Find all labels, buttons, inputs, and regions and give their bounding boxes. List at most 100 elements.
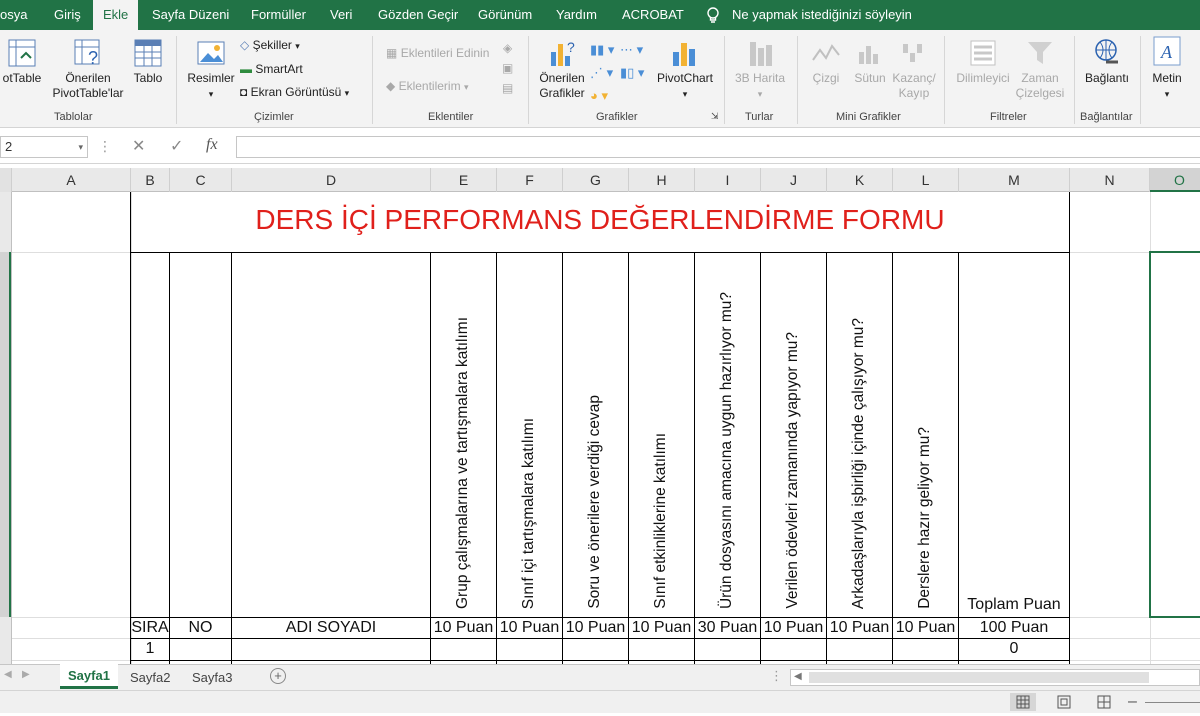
column-header-j[interactable]: J: [761, 168, 827, 192]
column-header-a[interactable]: A: [12, 168, 131, 192]
timeline-button[interactable]: Zaman Çizelgesi: [1014, 38, 1066, 101]
sheet-tab-sayfa1[interactable]: Sayfa1: [60, 664, 118, 689]
tab-home[interactable]: Giriş: [54, 0, 81, 30]
pivotchart-button[interactable]: PivotChart ▾: [654, 38, 716, 102]
my-addins-button[interactable]: ◆ Eklentilerim ▾: [386, 79, 468, 95]
cancel-icon[interactable]: ✕: [132, 136, 145, 156]
bing-maps-icon[interactable]: ◈: [503, 41, 512, 55]
tab-split-grip-icon[interactable]: ⋮: [770, 668, 783, 684]
sparkline-line-button[interactable]: Çizgi: [808, 38, 844, 86]
link-button[interactable]: Bağlantı: [1080, 38, 1134, 86]
visio-icon[interactable]: ▤: [502, 81, 513, 95]
criterion-cell-8[interactable]: Derslere hazır geliyor mu?: [893, 253, 958, 617]
line-chart-icon[interactable]: ⋯ ▾: [620, 42, 643, 57]
pie-chart-icon[interactable]: ◕ ▾: [590, 88, 608, 103]
textbox-icon: A: [1153, 36, 1181, 66]
svg-text:?: ?: [88, 48, 98, 68]
column-header-n[interactable]: N: [1070, 168, 1150, 192]
column-header-k[interactable]: K: [827, 168, 893, 192]
pivotchart-icon: [673, 43, 695, 66]
sparkline-column-button[interactable]: Sütun: [850, 38, 890, 86]
row-header-selected[interactable]: [0, 252, 11, 617]
scatter-chart-icon[interactable]: ⋰ ▾: [590, 65, 613, 80]
tab-help[interactable]: Yardım: [556, 0, 597, 30]
pictures-button[interactable]: Resimler ▾: [186, 38, 236, 102]
enter-icon[interactable]: ✓: [170, 136, 183, 156]
worksheet-grid[interactable]: DERS İÇİ PERFORMANS DEĞERLENDİRME FORMU …: [0, 192, 1200, 664]
scroll-left-icon[interactable]: ◀: [4, 669, 12, 680]
tab-file[interactable]: osya: [0, 0, 27, 30]
criterion-cell-4[interactable]: Sınıf etkinliklerine katılımı: [629, 253, 694, 617]
3d-map-button[interactable]: 3B Harita ▾: [730, 38, 790, 102]
column-chart-icon[interactable]: ▮▮ ▾: [590, 42, 614, 57]
people-graph-icon[interactable]: ▣: [502, 61, 513, 75]
chevron-down-icon[interactable]: ▾: [78, 142, 83, 153]
table-button[interactable]: Tablo: [128, 38, 168, 86]
addins-small-icons[interactable]: ◈ ▣ ▤: [502, 38, 513, 98]
tab-acrobat[interactable]: ACROBAT: [622, 0, 684, 30]
group-tables: Tablolar: [54, 111, 93, 123]
column-header-i[interactable]: I: [695, 168, 761, 192]
recommended-pivottables-button[interactable]: ? Önerilen PivotTable'lar: [48, 38, 128, 101]
column-header-l[interactable]: L: [893, 168, 959, 192]
column-header-o[interactable]: O: [1150, 168, 1200, 192]
name-box[interactable]: 2 ▾: [0, 136, 88, 158]
sheet-tab-sayfa2[interactable]: Sayfa2: [130, 670, 170, 685]
tab-review[interactable]: Gözden Geçir: [378, 0, 458, 30]
chart-type-gallery-2: ⋯ ▾ ▮▯ ▾: [620, 38, 652, 84]
column-header-b[interactable]: B: [131, 168, 170, 192]
tab-view[interactable]: Görünüm: [478, 0, 532, 30]
text-button[interactable]: A Metin ▾: [1146, 34, 1188, 102]
sheet-tab-sayfa3[interactable]: Sayfa3: [192, 670, 232, 685]
pivottable-button[interactable]: otTable: [0, 38, 52, 86]
recommended-charts-button[interactable]: ? Önerilen Grafikler: [536, 38, 588, 101]
sparkline-winloss-button[interactable]: Kazanç/ Kayıp: [890, 38, 938, 101]
scrollbar-thumb[interactable]: [809, 672, 1149, 683]
scrollbar-left-arrow-icon[interactable]: ◀: [794, 671, 802, 682]
tab-data[interactable]: Veri: [330, 0, 352, 30]
screenshot-button[interactable]: ◘ Ekran Görüntüsü ▾: [240, 85, 349, 101]
column-header-h[interactable]: H: [629, 168, 695, 192]
column-header-g[interactable]: G: [563, 168, 629, 192]
normal-view-button[interactable]: [1010, 693, 1036, 711]
add-sheet-icon[interactable]: +: [270, 668, 286, 684]
criterion-cell-6[interactable]: Verilen ödevleri zamanında yapıyor mu?: [761, 253, 826, 617]
bar-chart-icon[interactable]: ▮▯ ▾: [620, 65, 644, 80]
dialog-launcher-icon[interactable]: ⇲: [711, 111, 719, 122]
tab-page-layout[interactable]: Sayfa Düzeni: [152, 0, 229, 30]
column-header-f[interactable]: F: [497, 168, 563, 192]
zoom-slider[interactable]: [1145, 702, 1200, 703]
column-header-e[interactable]: E: [431, 168, 497, 192]
criterion-cell-7[interactable]: Arkadaşlarıyla işbirliği içinde çalışıyo…: [827, 253, 892, 617]
column-header-d[interactable]: D: [232, 168, 431, 192]
column-header-m[interactable]: M: [959, 168, 1070, 192]
pivottable-icon: [8, 39, 36, 67]
tell-me-box[interactable]: Ne yapmak istediğinizi söyleyin: [732, 0, 912, 30]
smartart-button[interactable]: ▬ SmartArt: [240, 62, 303, 77]
get-addins-button[interactable]: ▦ Eklentileri Edinin: [386, 46, 489, 61]
zoom-out-icon[interactable]: –: [1128, 693, 1137, 711]
page-layout-view-icon[interactable]: [1054, 693, 1074, 711]
3d-map-label: 3B Harita: [734, 71, 786, 85]
formula-input[interactable]: [236, 136, 1200, 158]
select-all-corner[interactable]: [0, 168, 12, 192]
criterion-cell-3[interactable]: Soru ve önerilere verdiği cevap: [563, 253, 628, 617]
row-number[interactable]: 1: [131, 640, 169, 658]
criterion-cell-2[interactable]: Sınıf içi tartışmalara katılımı: [497, 253, 562, 617]
slicer-button[interactable]: Dilimleyici: [952, 38, 1014, 86]
tab-formulas[interactable]: Formüller: [251, 0, 306, 30]
shapes-button[interactable]: ◇ Şekiller ▾: [240, 38, 300, 54]
ribbon-separator: [797, 36, 798, 124]
tab-insert[interactable]: Ekle: [93, 0, 139, 30]
scroll-right-icon[interactable]: ▶: [22, 669, 30, 680]
selected-cell[interactable]: [1149, 251, 1200, 618]
insert-function-icon[interactable]: fx: [206, 136, 218, 154]
horizontal-scrollbar[interactable]: ◀: [790, 669, 1200, 686]
criterion-cell-5[interactable]: Ürün dosyasını amacına uygun hazırlıyor …: [695, 253, 760, 617]
criterion-cell-1[interactable]: Grup çalışmalarına ve tartışmalara katıl…: [431, 253, 496, 617]
header-points: 10 Puan: [895, 619, 956, 636]
column-header-c[interactable]: C: [170, 168, 232, 192]
row-total[interactable]: 0: [959, 640, 1069, 658]
page-break-view-icon[interactable]: [1094, 693, 1114, 711]
link-globe-icon: [1095, 39, 1118, 64]
